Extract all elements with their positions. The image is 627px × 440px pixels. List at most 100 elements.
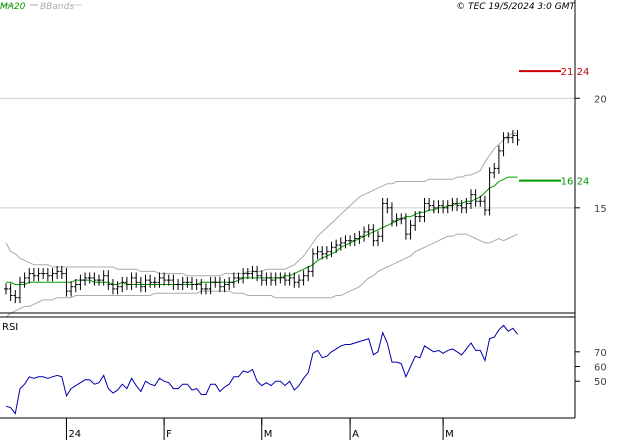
bbands-legend-label: BBands <box>40 2 74 12</box>
price-bar <box>129 272 134 290</box>
price-bar <box>87 272 92 284</box>
price-bar <box>362 226 367 242</box>
x-tick-label: F <box>166 429 172 440</box>
price-bar <box>115 281 120 295</box>
price-bar <box>348 235 353 247</box>
price-bar <box>110 279 115 295</box>
price-bar <box>231 272 236 288</box>
rsi-line-group <box>5 324 518 415</box>
price-bar <box>436 200 441 214</box>
price-bar <box>27 268 32 284</box>
price-bar <box>501 132 506 157</box>
price-bar <box>371 224 376 247</box>
price-bar <box>227 276 232 290</box>
price-bar <box>324 246 329 260</box>
price-bar <box>8 283 13 301</box>
price-bar <box>157 272 162 288</box>
price-bar <box>92 272 97 286</box>
price-bar <box>78 274 83 290</box>
rsi-tick-label: 50 <box>594 377 607 388</box>
price-bar <box>399 213 404 225</box>
bollinger-bands <box>5 132 518 318</box>
price-bar <box>264 272 269 286</box>
price-bars <box>4 130 520 304</box>
price-panel: 21.2416.24 1520 <box>0 67 607 318</box>
price-bar <box>31 268 36 282</box>
x-tick-label: A <box>352 429 359 440</box>
price-bar <box>482 195 487 216</box>
price-bar <box>283 272 287 286</box>
price-bar <box>496 145 501 174</box>
price-tick-label: 15 <box>594 204 607 215</box>
price-bar <box>236 272 241 284</box>
price-bar <box>50 268 55 282</box>
price-bar <box>296 274 301 288</box>
price-bar <box>422 197 427 223</box>
price-bar <box>273 272 278 286</box>
price-bar <box>143 274 148 293</box>
price-bar <box>222 279 227 293</box>
price-bar <box>41 268 46 280</box>
x-tick-label: 24 <box>68 429 81 440</box>
price-bar <box>22 272 27 288</box>
price-bar <box>385 197 390 214</box>
price-bar <box>408 219 413 240</box>
price-bar <box>506 132 511 144</box>
price-bar <box>148 274 153 288</box>
price-bar <box>203 283 208 295</box>
price-bar <box>185 276 190 288</box>
price-bar <box>459 200 464 214</box>
price-bar <box>287 272 292 286</box>
stock-chart: M A 20 BBands © TEC 19/5/2024 3:0 GMT 21.2… <box>0 0 607 440</box>
timestamp: © TEC 19/5/2024 3:0 GMT <box>456 2 576 12</box>
price-bar <box>250 265 255 280</box>
price-bar <box>17 276 22 304</box>
rsi-title: RSI <box>2 322 18 333</box>
price-bar <box>4 283 8 295</box>
price-bar <box>278 272 283 284</box>
price-bar <box>213 276 218 288</box>
price-bar <box>510 130 515 144</box>
price-bar <box>492 162 497 179</box>
price-bar <box>464 197 469 214</box>
price-bar <box>366 224 371 238</box>
x-tick-label: M <box>445 429 454 440</box>
price-bar <box>171 274 176 290</box>
rsi-tick-label: 70 <box>594 348 607 359</box>
rsi-panel: RSI 50 60 70 <box>2 322 607 415</box>
rsi-axis-ticks: 50 60 70 <box>575 348 607 388</box>
price-bar <box>106 270 111 290</box>
price-bar <box>134 272 139 288</box>
price-bar <box>376 230 380 247</box>
price-bar <box>13 289 18 304</box>
price-bar <box>190 276 194 290</box>
ma20-line-group <box>6 176 518 285</box>
price-bar <box>431 200 436 214</box>
price-bar <box>166 274 171 286</box>
price-bar <box>152 276 157 288</box>
price-axis-ticks: 1520 <box>575 94 607 215</box>
price-bar <box>427 197 432 212</box>
x-tick-label: M <box>264 429 273 440</box>
price-bar <box>55 265 60 280</box>
price-tick-label: 20 <box>594 94 607 105</box>
price-bar <box>59 265 64 280</box>
price-bar <box>343 235 348 249</box>
price-bar <box>315 246 320 260</box>
price-bar <box>245 268 250 280</box>
price-bar <box>469 189 473 209</box>
price-bar <box>301 270 306 286</box>
x-axis: 24 F M A M <box>65 418 454 440</box>
rsi-tick-label: 60 <box>594 363 607 374</box>
price-bar <box>515 130 520 146</box>
price-bar <box>162 272 167 286</box>
price-levels: 21.2416.24 <box>519 67 589 188</box>
price-bar <box>194 279 199 290</box>
price-grid <box>0 97 575 209</box>
ma20-line <box>6 176 518 285</box>
price-bar <box>97 274 101 286</box>
price-bar <box>310 248 315 277</box>
price-bar <box>208 276 213 295</box>
price-bar <box>380 197 385 242</box>
price-bar <box>217 276 222 293</box>
